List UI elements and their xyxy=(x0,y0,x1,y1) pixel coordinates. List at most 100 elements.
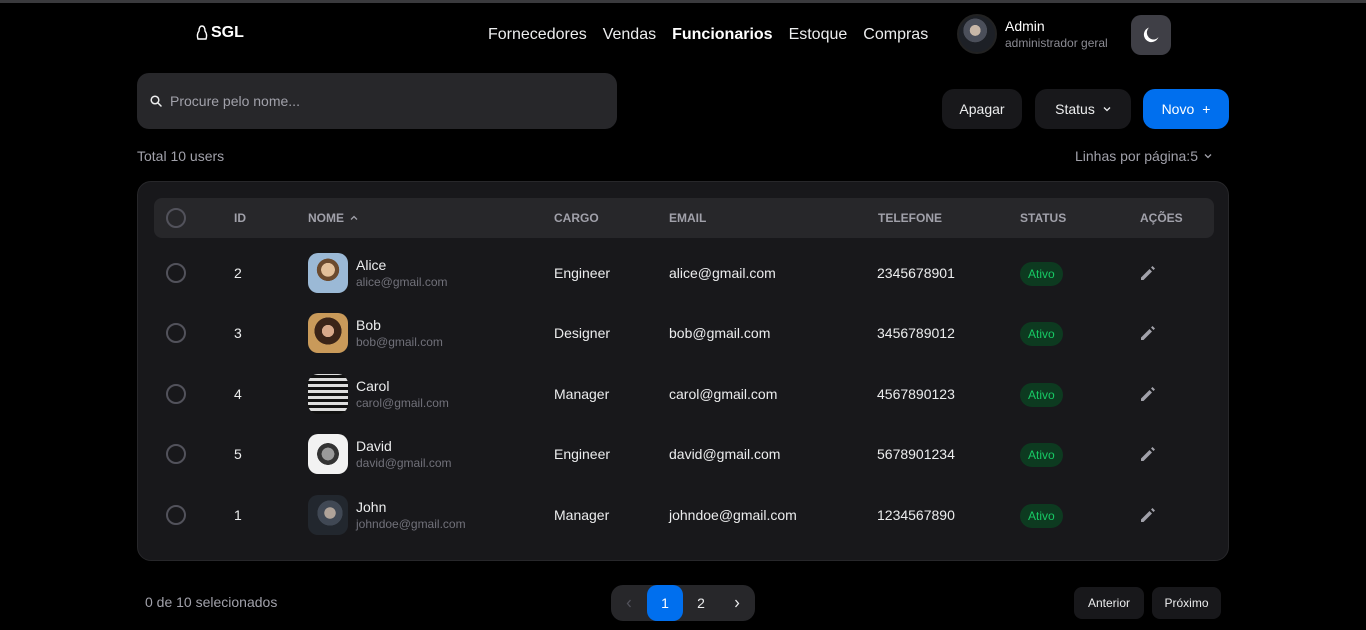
row-checkbox[interactable] xyxy=(166,444,186,464)
chevron-down-icon xyxy=(1204,154,1212,159)
row-id: 1 xyxy=(234,507,242,523)
next-button[interactable]: Próximo xyxy=(1152,587,1221,619)
rows-per-page-label: Linhas por página:5 xyxy=(1075,148,1198,164)
row-role: Engineer xyxy=(554,265,611,281)
row-phone: 4567890123 xyxy=(877,386,955,402)
delete-button-label: Apagar xyxy=(959,101,1005,117)
delete-button[interactable]: Apagar xyxy=(942,89,1022,129)
user-cell: Bob bob@gmail.com xyxy=(308,313,443,353)
table-row[interactable]: 4 Carol carol@gmail.com Manager carol@gm… xyxy=(138,364,1230,424)
table-row[interactable]: 1 John johndoe@gmail.com Manager johndoe… xyxy=(138,485,1230,545)
nav-item-compras[interactable]: Compras xyxy=(863,24,928,46)
row-id: 4 xyxy=(234,386,242,402)
row-phone: 3456789012 xyxy=(877,325,955,341)
avatar xyxy=(308,313,348,353)
status-filter-button[interactable]: Status xyxy=(1035,89,1131,129)
row-email: david@gmail.com xyxy=(669,446,781,462)
column-header-id[interactable]: ID xyxy=(234,198,246,238)
selection-count: 0 de 10 selecionados xyxy=(145,594,278,610)
nav-item-funcionarios[interactable]: Funcionarios xyxy=(672,24,772,46)
row-email: bob@gmail.com xyxy=(669,325,771,341)
user-avatar[interactable] xyxy=(957,14,997,54)
window-top-border xyxy=(0,0,1366,3)
user-name: Alice xyxy=(356,257,387,273)
column-header-phone[interactable]: TELEFONE xyxy=(878,198,942,238)
table-row[interactable]: 5 David david@gmail.com Engineer david@g… xyxy=(138,424,1230,484)
row-phone: 5678901234 xyxy=(877,446,955,462)
row-role: Designer xyxy=(554,325,611,341)
user-email: johndoe@gmail.com xyxy=(356,517,466,531)
user-name: David xyxy=(356,438,392,454)
previous-button[interactable]: Anterior xyxy=(1074,587,1144,619)
chevron-right-icon xyxy=(735,599,740,608)
row-email: johndoe@gmail.com xyxy=(669,507,797,523)
row-role: Manager xyxy=(554,386,610,402)
table-row[interactable]: 3 Bob bob@gmail.com Designer bob@gmail.c… xyxy=(138,303,1230,363)
row-checkbox[interactable] xyxy=(166,505,186,525)
column-header-name-label: NOME xyxy=(308,211,344,225)
user-name: John xyxy=(356,499,387,515)
status-badge: Ativo xyxy=(1020,383,1063,407)
row-role: Engineer xyxy=(554,446,611,462)
page-button-1[interactable]: 1 xyxy=(647,585,683,621)
edit-icon[interactable] xyxy=(1138,384,1158,404)
table-row[interactable]: 2 Alice alice@gmail.com Engineer alice@g… xyxy=(138,243,1230,303)
column-header-actions: AÇÕES xyxy=(1140,211,1183,225)
user-name: Admin xyxy=(1005,18,1045,34)
avatar xyxy=(308,434,348,474)
pagination: 1 2 xyxy=(611,585,755,621)
row-checkbox[interactable] xyxy=(166,384,186,404)
user-cell: David david@gmail.com xyxy=(308,434,452,474)
row-email: carol@gmail.com xyxy=(669,386,778,402)
row-checkbox[interactable] xyxy=(166,323,186,343)
status-badge: Ativo xyxy=(1020,504,1063,528)
search-box[interactable] xyxy=(137,73,617,129)
user-role: administrador geral xyxy=(1005,36,1108,50)
search-input[interactable] xyxy=(170,93,590,109)
theme-toggle-button[interactable] xyxy=(1131,15,1171,55)
plus-icon: + xyxy=(1202,101,1211,117)
edit-icon[interactable] xyxy=(1138,323,1158,343)
row-email: alice@gmail.com xyxy=(669,265,776,281)
users-table: ID NOME CARGO EMAIL TELEFONE STATUS AÇÕE… xyxy=(137,181,1229,561)
user-cell: Carol carol@gmail.com xyxy=(308,374,449,414)
page-button-2[interactable]: 2 xyxy=(683,585,719,621)
main-nav: Fornecedores Vendas Funcionarios Estoque… xyxy=(488,24,928,46)
column-header-role[interactable]: CARGO xyxy=(554,198,599,238)
rows-per-page-select[interactable]: Linhas por página:5 xyxy=(1075,148,1212,164)
row-id: 3 xyxy=(234,325,242,341)
avatar xyxy=(308,253,348,293)
row-checkbox[interactable] xyxy=(166,263,186,283)
user-email: david@gmail.com xyxy=(356,456,452,470)
search-icon xyxy=(150,95,162,107)
edit-icon[interactable] xyxy=(1138,263,1158,283)
column-header-status[interactable]: STATUS xyxy=(1020,198,1066,238)
row-id: 2 xyxy=(234,265,242,281)
select-all-checkbox[interactable] xyxy=(166,208,186,228)
row-id: 5 xyxy=(234,446,242,462)
total-users: Total 10 users xyxy=(137,148,225,164)
status-badge: Ativo xyxy=(1020,322,1063,346)
edit-icon[interactable] xyxy=(1138,505,1158,525)
column-header-email[interactable]: EMAIL xyxy=(669,198,706,238)
user-email: carol@gmail.com xyxy=(356,396,449,410)
edit-icon[interactable] xyxy=(1138,444,1158,464)
next-page-button[interactable] xyxy=(719,585,755,621)
brand-name: SGL xyxy=(211,24,244,41)
user-cell: Alice alice@gmail.com xyxy=(308,253,448,293)
avatar xyxy=(308,495,348,535)
nav-item-estoque[interactable]: Estoque xyxy=(789,24,848,46)
brand-logo[interactable]: SGL xyxy=(196,24,244,42)
chevron-left-icon xyxy=(626,599,631,608)
row-phone: 2345678901 xyxy=(877,265,955,281)
new-button[interactable]: Novo + xyxy=(1143,89,1229,129)
user-name: Bob xyxy=(356,317,381,333)
user-menu[interactable]: Admin administrador geral xyxy=(957,14,1108,54)
sort-ascending-icon xyxy=(350,215,358,220)
penguin-icon xyxy=(196,25,208,40)
chevron-down-icon xyxy=(1103,107,1111,112)
nav-item-vendas[interactable]: Vendas xyxy=(603,24,656,46)
nav-item-fornecedores[interactable]: Fornecedores xyxy=(488,24,587,46)
prev-page-button[interactable] xyxy=(611,585,647,621)
column-header-name[interactable]: NOME xyxy=(308,198,358,238)
